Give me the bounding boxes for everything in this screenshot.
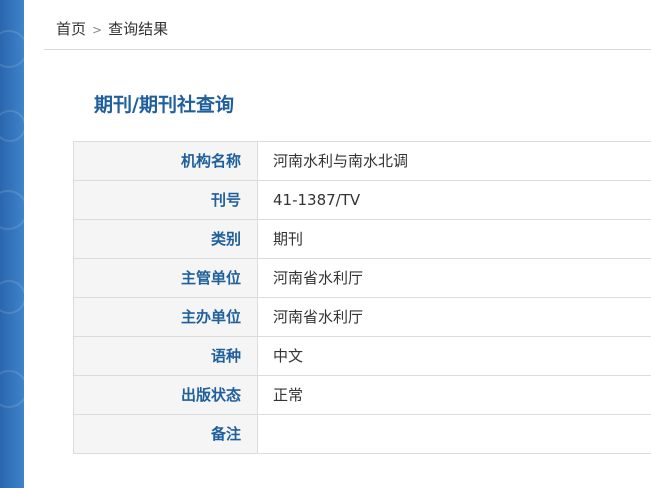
row-value: 河南水利与南水北调 [257,141,651,181]
row-label: 机构名称 [73,141,258,181]
table-row-supervising-unit: 主管单位 河南省水利厅 [73,258,651,298]
breadcrumb: 首页 > 查询结果 [56,18,168,41]
row-label: 备注 [73,414,258,454]
row-value: 期刊 [257,219,651,259]
table-row-sponsoring-unit: 主办单位 河南省水利厅 [73,297,651,337]
header-divider [44,49,651,50]
page-title: 期刊/期刊社查询 [94,94,234,116]
row-value: 正常 [257,375,651,415]
breadcrumb-home-link[interactable]: 首页 [56,20,86,38]
table-row-issn: 刊号 41-1387/TV [73,180,651,220]
row-value: 河南省水利厅 [257,258,651,298]
content-panel: 首页 > 查询结果 期刊/期刊社查询 机构名称 河南水利与南水北调 刊号 41-13… [24,0,651,488]
table-row-category: 类别 期刊 [73,219,651,259]
table-row-publication-status: 出版状态 正常 [73,375,651,415]
row-value [257,414,651,454]
row-label: 出版状态 [73,375,258,415]
row-value: 中文 [257,336,651,376]
row-value: 41-1387/TV [257,180,651,220]
table-row-language: 语种 中文 [73,336,651,376]
row-label: 类别 [73,219,258,259]
row-label: 语种 [73,336,258,376]
journal-info-table: 机构名称 河南水利与南水北调 刊号 41-1387/TV 类别 期刊 主管单位 … [73,141,651,454]
table-row-institution-name: 机构名称 河南水利与南水北调 [73,141,651,181]
row-label: 主办单位 [73,297,258,337]
row-label: 刊号 [73,180,258,220]
breadcrumb-separator: > [92,23,103,37]
row-label: 主管单位 [73,258,258,298]
row-value: 河南省水利厅 [257,297,651,337]
breadcrumb-current: 查询结果 [108,20,169,38]
table-row-remarks: 备注 [73,414,651,454]
